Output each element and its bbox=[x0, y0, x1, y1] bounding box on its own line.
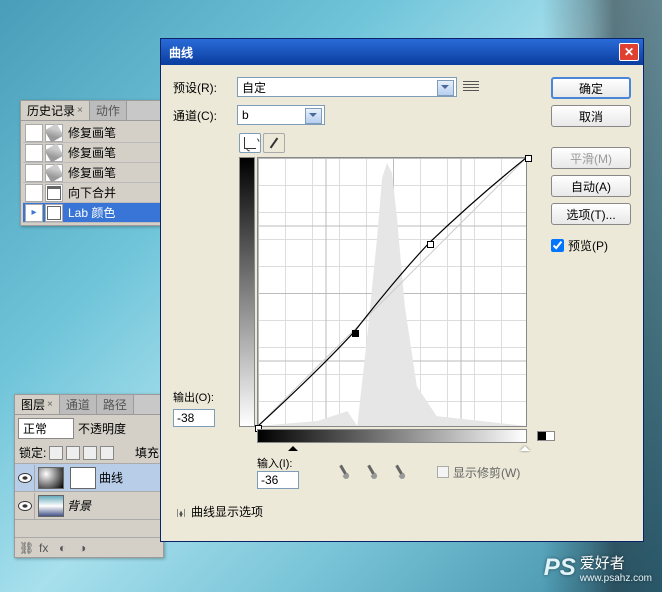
preset-label: 预设(R): bbox=[173, 79, 237, 96]
show-clipping-checkbox[interactable]: 显示修剪(W) bbox=[437, 464, 520, 481]
adjustment-layer-icon[interactable]: ◑ bbox=[79, 541, 93, 555]
history-panel: 历史记录× 动作 修复画笔 修复画笔 修复画笔 向下合并 ▸Lab 颜色 bbox=[20, 100, 168, 226]
channel-select[interactable]: b bbox=[237, 105, 325, 125]
fill-label: 填充 bbox=[135, 444, 159, 461]
lock-position-icon[interactable] bbox=[83, 446, 97, 460]
dialog-titlebar[interactable]: 曲线 ✕ bbox=[161, 39, 643, 65]
input-label: 输入(I): bbox=[257, 455, 299, 471]
dialog-buttons: 确定 取消 平滑(M) 自动(A) 选项(T)... 预览(P) bbox=[551, 77, 631, 254]
layers-footer: ⛓ fx ◐ ◑ bbox=[15, 537, 163, 557]
curve-tool-button[interactable] bbox=[239, 133, 261, 153]
tab-layers[interactable]: 图层× bbox=[15, 395, 60, 414]
tab-history[interactable]: 历史记录× bbox=[21, 101, 90, 120]
brush-icon bbox=[44, 143, 63, 162]
tab-close-icon[interactable]: × bbox=[77, 105, 83, 116]
curve-point[interactable] bbox=[525, 155, 532, 162]
curve-icon bbox=[244, 137, 256, 149]
history-item-selected[interactable]: ▸Lab 颜色 bbox=[23, 203, 165, 223]
channel-label: 通道(C): bbox=[173, 107, 237, 124]
preview-checkbox[interactable]: 预览(P) bbox=[551, 237, 631, 254]
curve-line[interactable] bbox=[258, 158, 526, 426]
tab-channels[interactable]: 通道 bbox=[60, 395, 97, 414]
checkbox-icon[interactable] bbox=[437, 466, 449, 478]
watermark: PS 爱好者 www.psahz.com bbox=[544, 552, 652, 584]
tab-actions[interactable]: 动作 bbox=[90, 101, 127, 120]
gray-eyedropper-icon[interactable] bbox=[362, 461, 384, 483]
horizontal-gradient[interactable] bbox=[257, 429, 527, 443]
layer-thumb-icon[interactable] bbox=[38, 495, 64, 517]
watermark-text: 爱好者 bbox=[580, 555, 625, 572]
lock-all-icon[interactable] bbox=[100, 446, 114, 460]
pencil-tool-button[interactable] bbox=[263, 133, 285, 153]
opacity-label: 不透明度 bbox=[78, 420, 126, 437]
expand-icon bbox=[177, 509, 185, 517]
blend-mode-select[interactable]: 正常 bbox=[18, 418, 74, 439]
output-label: 输出(O): bbox=[173, 389, 214, 405]
layer-row[interactable]: 背景 bbox=[15, 492, 163, 520]
layer-name[interactable]: 背景 bbox=[67, 497, 91, 514]
history-item[interactable]: 向下合并 bbox=[23, 183, 165, 203]
options-button[interactable]: 选项(T)... bbox=[551, 203, 631, 225]
input-value-input[interactable]: -36 bbox=[257, 471, 299, 489]
brush-icon bbox=[44, 163, 63, 182]
tab-paths[interactable]: 路径 bbox=[97, 395, 134, 414]
preset-menu-icon[interactable] bbox=[463, 81, 479, 93]
curve-point[interactable] bbox=[427, 241, 434, 248]
current-state-icon: ▸ bbox=[31, 207, 36, 218]
black-point-slider[interactable] bbox=[288, 441, 298, 451]
layers-panel: 图层× 通道 路径 正常 不透明度 锁定: 填充 曲线 背景 ⛓ fx ◐ ◑ bbox=[14, 394, 164, 558]
preview-check-input[interactable] bbox=[551, 239, 564, 252]
curves-graph[interactable] bbox=[257, 157, 527, 427]
curve-point-selected[interactable] bbox=[352, 330, 359, 337]
preset-select[interactable]: 自定 bbox=[237, 77, 457, 97]
lock-transparency-icon[interactable] bbox=[49, 446, 63, 460]
layer-row[interactable]: 曲线 bbox=[15, 464, 163, 492]
layers-tabs: 图层× 通道 路径 bbox=[15, 395, 163, 415]
brush-icon bbox=[44, 123, 63, 142]
cancel-button[interactable]: 取消 bbox=[551, 105, 631, 127]
output-value-input[interactable]: -38 bbox=[173, 409, 215, 427]
vertical-gradient bbox=[239, 157, 255, 427]
white-point-slider[interactable] bbox=[520, 441, 530, 451]
layer-name[interactable]: 曲线 bbox=[99, 469, 123, 486]
link-layers-icon[interactable]: ⛓ bbox=[19, 541, 33, 555]
history-item[interactable]: 修复画笔 bbox=[23, 143, 165, 163]
white-eyedropper-icon[interactable] bbox=[390, 461, 412, 483]
history-tabs: 历史记录× 动作 bbox=[21, 101, 167, 121]
dialog-title: 曲线 bbox=[165, 44, 619, 61]
ok-button[interactable]: 确定 bbox=[551, 77, 631, 99]
pencil-icon bbox=[270, 138, 279, 149]
black-eyedropper-icon[interactable] bbox=[334, 461, 356, 483]
mode-icon bbox=[47, 206, 61, 220]
layer-mask-icon[interactable]: ◐ bbox=[59, 541, 73, 555]
history-item[interactable]: 修复画笔 bbox=[23, 163, 165, 183]
visibility-toggle[interactable] bbox=[15, 465, 35, 491]
auto-button[interactable]: 自动(A) bbox=[551, 175, 631, 197]
lock-pixels-icon[interactable] bbox=[66, 446, 80, 460]
watermark-url: www.psahz.com bbox=[580, 573, 652, 584]
curve-display-options-toggle[interactable]: 曲线显示选项 bbox=[177, 503, 631, 520]
close-button[interactable]: ✕ bbox=[619, 43, 639, 61]
history-item[interactable]: 修复画笔 bbox=[23, 123, 165, 143]
mask-thumb-icon[interactable] bbox=[70, 467, 96, 489]
smooth-button: 平滑(M) bbox=[551, 147, 631, 169]
adjustment-thumb-icon[interactable] bbox=[38, 467, 64, 489]
curves-dialog: 曲线 ✕ 确定 取消 平滑(M) 自动(A) 选项(T)... 预览(P) 预设… bbox=[160, 38, 644, 542]
gradient-toggle-icon[interactable] bbox=[537, 431, 555, 441]
tab-close-icon[interactable]: × bbox=[47, 399, 53, 410]
watermark-logo: PS bbox=[544, 554, 576, 582]
lock-label: 锁定: bbox=[19, 444, 46, 461]
merge-down-icon bbox=[47, 186, 61, 200]
visibility-toggle[interactable] bbox=[15, 493, 35, 519]
layer-fx-icon[interactable]: fx bbox=[39, 541, 53, 555]
